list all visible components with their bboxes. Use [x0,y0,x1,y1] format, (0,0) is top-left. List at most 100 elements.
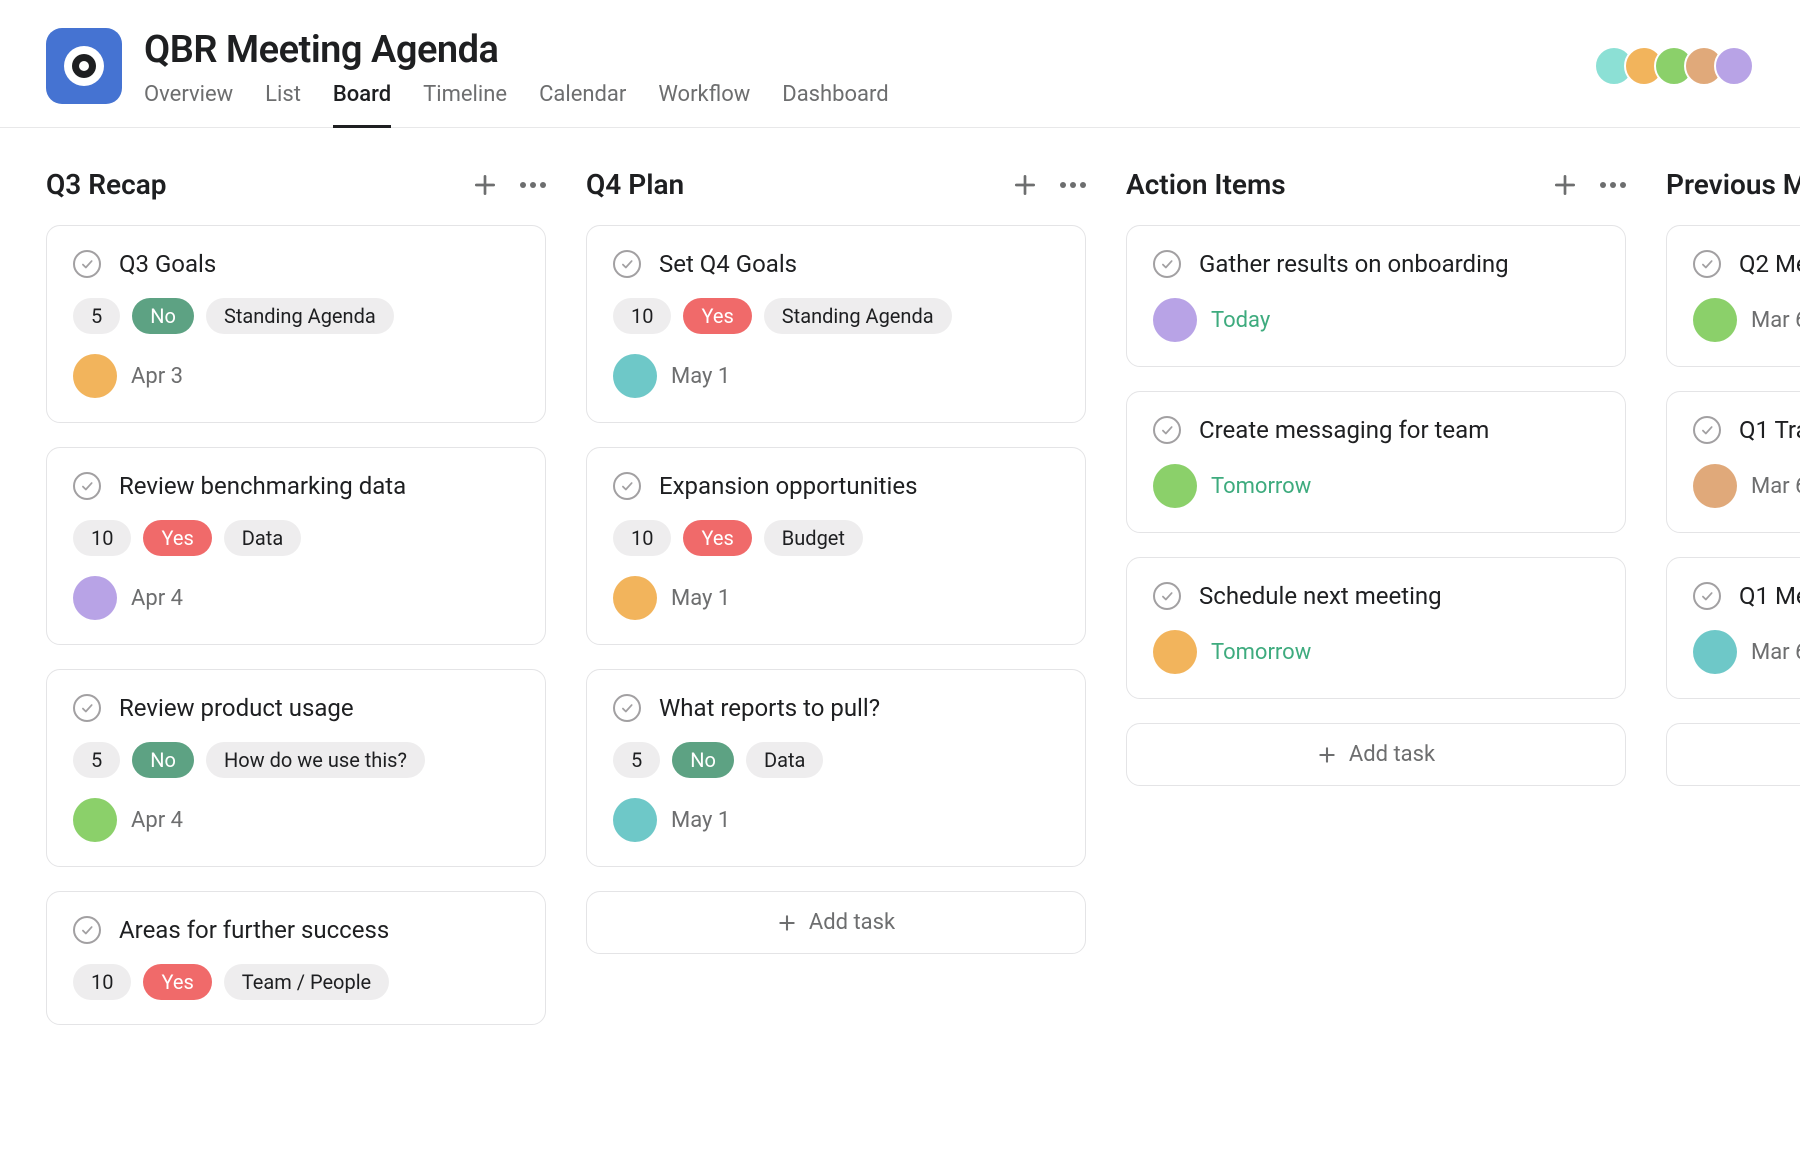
assignee-avatar[interactable] [1153,464,1197,508]
task-card[interactable]: Create messaging for teamTomorrow [1126,391,1626,533]
due-date: Tomorrow [1211,640,1311,665]
complete-checkbox[interactable] [613,472,641,500]
project-icon [46,28,122,104]
complete-checkbox[interactable] [1153,250,1181,278]
card-footer: Apr 4 [73,798,519,842]
add-task-button[interactable]: Add task [1126,723,1626,786]
complete-checkbox[interactable] [613,694,641,722]
tab-dashboard[interactable]: Dashboard [782,82,888,128]
due-date: Apr 4 [131,586,183,611]
tab-workflow[interactable]: Workflow [658,82,750,128]
complete-checkbox[interactable] [73,250,101,278]
card-header: Q1 Me [1693,582,1800,610]
card-title: Areas for further success [119,916,389,944]
column-title: Q4 Plan [586,168,684,201]
tag-pill: Yes [143,964,211,1000]
tab-list[interactable]: List [265,82,301,128]
tab-calendar[interactable]: Calendar [539,82,626,128]
complete-checkbox[interactable] [73,694,101,722]
complete-checkbox[interactable] [613,250,641,278]
task-card[interactable]: Review product usage5NoHow do we use thi… [46,669,546,867]
card-title: Q3 Goals [119,250,216,278]
card-footer: Apr 3 [73,354,519,398]
card-title: Expansion opportunities [659,472,917,500]
project-members[interactable] [1604,46,1754,86]
card-tags: 5NoStanding Agenda [73,298,519,334]
tab-timeline[interactable]: Timeline [423,82,507,128]
check-icon [1700,257,1714,271]
card-header: Areas for further success [73,916,519,944]
assignee-avatar[interactable] [73,798,117,842]
check-icon [80,923,94,937]
task-card[interactable]: Review benchmarking data10YesDataApr 4 [46,447,546,645]
assignee-avatar[interactable] [613,798,657,842]
tab-overview[interactable]: Overview [144,82,233,128]
add-task-button[interactable]: Add task [586,891,1086,954]
plus-icon [777,913,797,933]
card-header: Review product usage [73,694,519,722]
check-icon [80,479,94,493]
due-date: Mar 6 [1751,640,1800,665]
assignee-avatar[interactable] [1153,630,1197,674]
add-card-button[interactable] [472,172,498,198]
tag-pill: Yes [683,298,751,334]
complete-checkbox[interactable] [1693,250,1721,278]
complete-checkbox[interactable] [1693,416,1721,444]
member-avatar[interactable] [1714,46,1754,86]
due-date: May 1 [671,586,730,611]
card-header: Create messaging for team [1153,416,1599,444]
assignee-avatar[interactable] [1693,630,1737,674]
column-more-button[interactable] [1060,172,1086,198]
task-card[interactable]: Expansion opportunities10YesBudgetMay 1 [586,447,1086,645]
due-date: May 1 [671,808,730,833]
complete-checkbox[interactable] [73,916,101,944]
add-card-button[interactable] [1552,172,1578,198]
board-column: Previous M Q2 Me Mar 6 Q1 Tra Mar 6 Q1 Me Mar … [1666,168,1800,1137]
task-card[interactable]: Schedule next meetingTomorrow [1126,557,1626,699]
task-card[interactable]: Set Q4 Goals10YesStanding AgendaMay 1 [586,225,1086,423]
add-task-button[interactable]: Add task [1666,723,1800,786]
task-card[interactable]: Areas for further success10YesTeam / Peo… [46,891,546,1025]
card-footer: Apr 4 [73,576,519,620]
card-title: Q1 Tra [1739,416,1800,444]
tag-pill: 10 [73,520,131,556]
task-card[interactable]: What reports to pull?5NoDataMay 1 [586,669,1086,867]
column-header: Action Items [1126,168,1626,201]
add-task-label: Add task [809,910,895,935]
column-more-button[interactable] [520,172,546,198]
assignee-avatar[interactable] [1153,298,1197,342]
task-card[interactable]: Q3 Goals 5NoStanding Agenda Apr 3 [46,225,546,423]
column-header: Previous M [1666,168,1800,201]
assignee-avatar[interactable] [1693,298,1737,342]
tag-pill: Standing Agenda [764,298,952,334]
assignee-avatar[interactable] [613,576,657,620]
assignee-avatar[interactable] [613,354,657,398]
card-footer: Tomorrow [1153,630,1599,674]
column-more-button[interactable] [1600,172,1626,198]
card-footer: Mar 6 [1693,464,1800,508]
complete-checkbox[interactable] [1693,582,1721,610]
add-card-button[interactable] [1012,172,1038,198]
task-card[interactable]: Q1 Tra Mar 6 [1666,391,1800,533]
column-actions [1012,172,1086,198]
view-tabs: Overview List Board Timeline Calendar Workflo… [144,82,889,127]
complete-checkbox[interactable] [1153,416,1181,444]
tag-pill: Standing Agenda [206,298,394,334]
tab-board[interactable]: Board [333,82,391,128]
due-date: Apr 4 [131,808,183,833]
plus-icon [1012,172,1038,198]
task-card[interactable]: Gather results on onboardingToday [1126,225,1626,367]
due-date: Mar 6 [1751,308,1800,333]
tag-pill: 10 [613,298,671,334]
assignee-avatar[interactable] [1693,464,1737,508]
card-title: Q2 Me [1739,250,1800,278]
assignee-avatar[interactable] [73,354,117,398]
column-header: Q3 Recap [46,168,546,201]
tag-pill: 10 [73,964,131,1000]
assignee-avatar[interactable] [73,576,117,620]
due-date: Mar 6 [1751,474,1800,499]
task-card[interactable]: Q2 Me Mar 6 [1666,225,1800,367]
complete-checkbox[interactable] [1153,582,1181,610]
complete-checkbox[interactable] [73,472,101,500]
task-card[interactable]: Q1 Me Mar 6 [1666,557,1800,699]
